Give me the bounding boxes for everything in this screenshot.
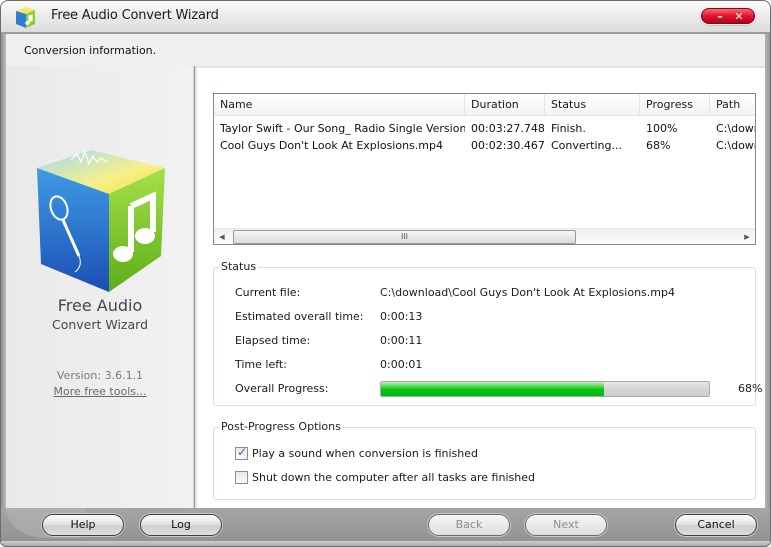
column-header-progress[interactable]: Progress — [640, 94, 710, 116]
main-content: Name Duration Status Progress Path Taylo… — [195, 66, 765, 508]
brand-name-line2: Convert Wizard — [51, 317, 149, 332]
more-free-tools-link[interactable]: More free tools... — [6, 385, 194, 398]
cancel-button[interactable]: Cancel — [675, 514, 757, 536]
post-progress-options-title: Post-Progress Options — [219, 420, 343, 433]
cell-progress: 100% — [646, 122, 678, 135]
status-group-title: Status — [219, 260, 259, 273]
scroll-left-arrow-icon[interactable]: ◀ — [214, 229, 230, 244]
cell-status: Converting... — [551, 139, 622, 152]
page-header: Conversion information. — [6, 34, 765, 66]
time-left-label: Time left: — [235, 358, 287, 371]
table-row[interactable]: Taylor Swift - Our Song_ Radio Single Ve… — [214, 120, 755, 137]
cell-duration: 00:03:27.748 — [471, 122, 545, 135]
scrollbar-thumb[interactable]: III — [233, 230, 576, 244]
cell-progress: 68% — [646, 139, 671, 152]
cell-path: C:\down — [716, 139, 755, 152]
cell-duration: 00:02:30.467 — [471, 139, 545, 152]
app-window: Free Audio Convert Wizard – ✕ Conversion… — [0, 0, 771, 547]
estimated-time-label: Estimated overall time: — [235, 310, 364, 323]
window-frame-bottom — [1, 541, 770, 546]
minimize-button[interactable]: – — [713, 10, 727, 24]
shutdown-checkbox[interactable]: ✓ — [235, 471, 248, 484]
window-controls: – ✕ — [701, 8, 755, 24]
window-title: Free Audio Convert Wizard — [51, 8, 219, 23]
file-list-header: Name Duration Status Progress Path — [214, 94, 755, 116]
current-file-label: Current file: — [235, 286, 301, 299]
estimated-time-value: 0:00:13 — [380, 310, 423, 323]
shutdown-label[interactable]: Shut down the computer after all tasks a… — [252, 471, 535, 484]
current-file-value: C:\download\Cool Guys Don't Look At Expl… — [380, 286, 675, 299]
cell-name: Taylor Swift - Our Song_ Radio Single Ve… — [220, 122, 465, 135]
close-button[interactable]: ✕ — [732, 10, 746, 24]
horizontal-scrollbar[interactable]: ◀ III ▶ — [214, 228, 755, 244]
file-list[interactable]: Name Duration Status Progress Path Taylo… — [213, 93, 756, 245]
next-button[interactable]: Next — [525, 514, 607, 536]
elapsed-time-label: Elapsed time: — [235, 334, 311, 347]
brand-name-line1: Free Audio — [57, 296, 143, 315]
back-button[interactable]: Back — [428, 514, 510, 536]
overall-progress-bar — [380, 381, 710, 397]
checkmark-icon: ✓ — [237, 445, 248, 459]
cell-status: Finish. — [551, 122, 586, 135]
play-sound-checkbox[interactable]: ✓ — [235, 445, 248, 460]
column-header-name[interactable]: Name — [214, 94, 465, 116]
title-bar[interactable]: Free Audio Convert Wizard – ✕ — [1, 1, 770, 33]
time-left-value: 0:00:01 — [380, 358, 423, 371]
version-label: Version: 3.6.1.1 — [56, 369, 144, 382]
column-header-status[interactable]: Status — [545, 94, 640, 116]
column-header-path[interactable]: Path — [710, 94, 755, 116]
table-row[interactable]: Cool Guys Don't Look At Explosions.mp4 0… — [214, 137, 755, 154]
sidebar: Free Audio Convert Wizard Version: 3.6.1… — [6, 66, 194, 508]
elapsed-time-value: 0:00:11 — [380, 334, 423, 347]
cell-path: C:\down — [716, 122, 755, 135]
cell-name: Cool Guys Don't Look At Explosions.mp4 — [220, 139, 443, 152]
log-button[interactable]: Log — [140, 514, 222, 536]
window-frame-right — [765, 34, 770, 514]
page-title: Conversion information. — [24, 44, 157, 57]
overall-progress-label: Overall Progress: — [235, 382, 329, 395]
column-header-duration[interactable]: Duration — [465, 94, 545, 116]
overall-progress-fill — [381, 382, 605, 396]
footer-bar: Help Log Back Next Cancel — [1, 508, 770, 546]
overall-progress-percent: 68% — [738, 382, 763, 395]
scroll-right-arrow-icon[interactable]: ▶ — [739, 229, 755, 244]
status-group: Status Current file: C:\download\Cool Gu… — [213, 260, 762, 406]
app-cube-logo-icon — [37, 149, 165, 292]
play-sound-label[interactable]: Play a sound when conversion is finished — [252, 447, 478, 460]
app-cube-icon — [16, 7, 35, 28]
help-button[interactable]: Help — [42, 514, 124, 536]
post-progress-options-group: Post-Progress Options ✓ Play a sound whe… — [213, 420, 756, 500]
